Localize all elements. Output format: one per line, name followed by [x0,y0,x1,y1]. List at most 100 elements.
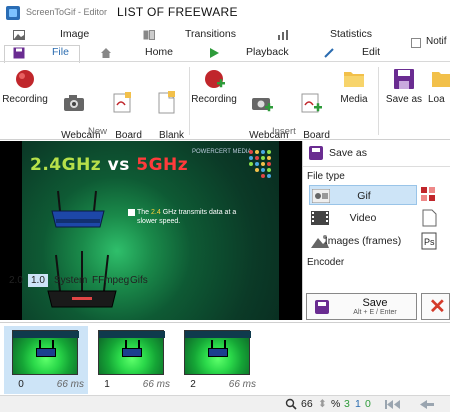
app-icon [6,6,20,20]
tab-home[interactable]: Home [145,46,173,58]
ribbon-separator [189,67,190,135]
blank-project-icon [158,91,175,114]
insert-media-button[interactable]: Media [338,67,370,106]
frame-preview-area[interactable]: 2.4GHz vs 5GHz POWERCERT MEDIA The 2.4 G… [0,141,302,320]
selected-count: 1 [355,398,361,410]
new-recording-button[interactable]: Recording [2,67,48,106]
zoom-unit: % [331,398,341,410]
encoder-option[interactable]: FFmpeg [89,274,132,287]
file-type-images-label: Images (frames) [324,235,402,247]
transitions-icon [143,30,155,40]
ribbon-separator [378,67,379,135]
tab-image[interactable]: Image [60,28,89,40]
encoder-option[interactable]: Gifs [127,274,151,287]
document-title: LIST OF FREEWARE [117,5,238,19]
save-icon [309,146,323,160]
save-button-label: Save [362,297,388,309]
photoshop-icon[interactable]: Ps [419,232,439,250]
save-panel-header: Save as [309,146,367,160]
encoder-option-selected[interactable]: 1.0 [28,274,48,287]
file-type-images[interactable]: Images (frames) [309,231,417,251]
frame-item[interactable]: 0 66 ms [4,326,88,394]
insert-recording-label: Recording [191,94,237,105]
slide-title-part-b: 5GHz [136,155,189,175]
frame-number: 2 [190,379,196,390]
encoder-option[interactable]: 2.0 [6,274,26,287]
frame-number: 1 [104,379,110,390]
tab-edit[interactable]: Edit [362,46,380,58]
frame-item[interactable]: 2 66 ms [176,326,260,394]
file-type-label: File type [307,171,345,182]
file-type-gif-label: Gif [357,190,371,202]
encoder-label: Encoder [307,257,345,268]
save-panel-title: Save as [329,146,367,159]
home-icon [101,48,111,58]
new-recording-label: Recording [2,94,48,105]
slide-bullet [128,209,135,216]
zoom-icon[interactable] [285,398,297,410]
tab-row-bottom: File Home Playback Edit [0,44,450,62]
file-type-video[interactable]: Video [309,208,417,228]
save-as-button[interactable]: Save as [384,67,424,106]
zoom-value[interactable]: 66 [301,398,313,410]
frame-count: 3 [344,398,350,410]
frame-thumbnail [184,330,251,375]
tab-file[interactable]: File [52,46,69,58]
thumb-router [208,348,228,357]
frame-number: 0 [18,379,24,390]
webcam-add-icon [252,98,273,112]
cancel-button[interactable]: ✕ [421,293,450,320]
save-as-label: Save as [385,94,423,105]
title-bar: ScreenToGif - Editor LIST OF FREEWARE [0,0,450,26]
file-type-video-label: Video [349,212,377,224]
previous-frame-icon[interactable] [419,399,435,410]
statistics-icon [278,30,288,40]
edit-pencil-icon [324,48,334,58]
notification-checkbox[interactable] [411,38,421,48]
notification-label: Notif [426,36,447,47]
slide-text-highlight: 2.4 [151,209,161,216]
tab-playback[interactable]: Playback [246,46,289,58]
tab-statistics[interactable]: Statistics [330,28,372,40]
slide-dots-graphic [249,150,271,178]
tab-transitions[interactable]: Transitions [185,28,236,40]
load-button[interactable]: Loa [428,67,450,106]
webcam-icon [64,95,84,111]
frame-timeline: 0 66 ms 1 66 ms 2 66 ms [0,322,450,395]
insert-media-label: Media [340,94,368,105]
frame-preview-image: 2.4GHz vs 5GHz POWERCERT MEDIA The 2.4 G… [22,141,279,320]
insert-group-label: Insert [272,126,296,137]
current-frame: 0 [365,398,371,410]
record-add-icon [205,70,225,88]
board-icon [113,92,131,113]
encoder-option[interactable]: System [51,274,90,287]
status-bar: 66 ⬍ % 3 1 0 [0,395,450,412]
frame-delay: 66 ms [142,379,170,390]
document-icon[interactable] [419,209,439,227]
save-icon [315,300,329,314]
router-1-graphic [51,190,105,228]
frame-thumbnail [12,330,79,375]
app-title: ScreenToGif - Editor [26,7,108,17]
image-icon [13,30,25,40]
divider [303,166,450,167]
svg-text:Ps: Ps [424,237,435,247]
slide-text-prefix: The [137,209,152,216]
apng-icon[interactable] [419,185,439,203]
new-group-label: New [88,126,108,137]
folder-icon [344,72,364,87]
first-frame-icon[interactable] [385,399,401,410]
load-label: Loa [428,94,445,105]
save-button[interactable]: Save Alt + E / Enter [306,293,417,320]
play-icon [210,48,219,58]
record-icon [16,70,34,88]
file-type-gif[interactable]: Gif [309,185,417,205]
slide-text: The 2.4 GHz transmits data at a slower s… [137,208,247,226]
zoom-spinner-icon[interactable]: ⬍ [318,398,327,410]
ribbon: Recording Webcam Recording Board Recordi… [0,63,450,153]
frame-item[interactable]: 1 66 ms [90,326,174,394]
load-icon [432,72,450,87]
save-button-shortcut: Alt + E / Enter [353,309,397,316]
save-icon [394,69,414,89]
insert-recording-button[interactable]: Recording [191,67,237,106]
